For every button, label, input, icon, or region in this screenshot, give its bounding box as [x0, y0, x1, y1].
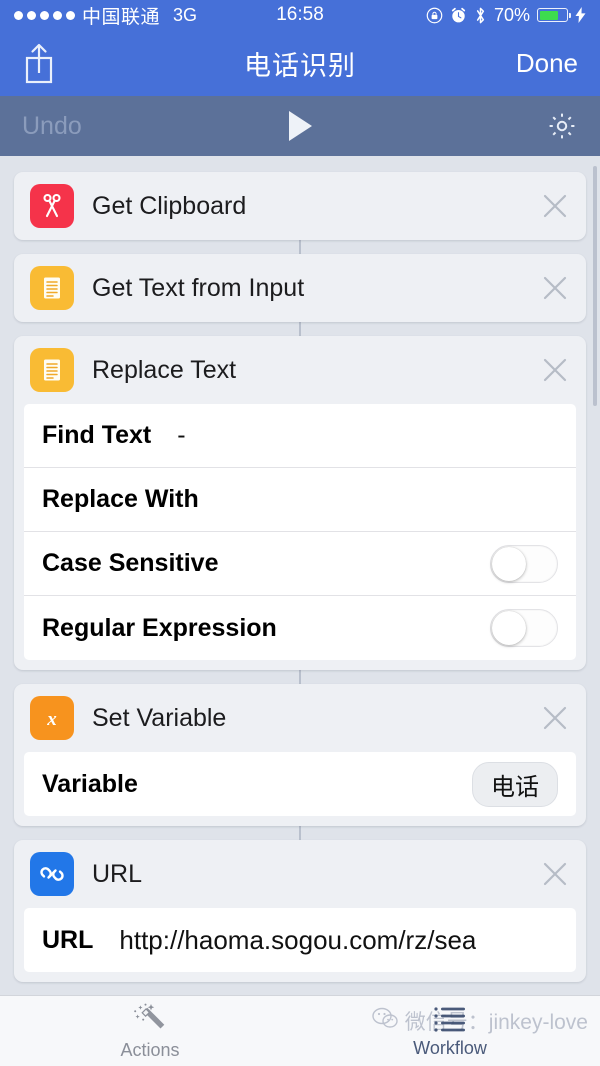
tab-workflow[interactable]: Workflow	[300, 996, 600, 1066]
param-label: URL	[42, 925, 94, 954]
action-header: x Set Variable	[14, 684, 586, 752]
param-label: Variable	[42, 769, 138, 798]
list-icon	[430, 1004, 470, 1036]
action-title: URL	[92, 859, 143, 888]
action-parameters: URL http://haoma.sogou.com/rz/sea	[24, 908, 576, 972]
action-header: Get Clipboard	[14, 172, 586, 240]
action-card-set-variable[interactable]: x Set Variable Variable 电话	[14, 684, 586, 826]
param-row-url[interactable]: URL http://haoma.sogou.com/rz/sea	[24, 908, 576, 972]
run-button[interactable]	[0, 111, 600, 141]
action-parameters: Variable 电话	[24, 752, 576, 816]
param-label: Find Text	[42, 421, 152, 449]
link-icon	[30, 852, 74, 896]
charging-bolt-icon	[575, 7, 586, 23]
app-root: 中国联通 3G 16:58 70% 电话识别 Done Undo Get Cli…	[0, 0, 600, 1066]
param-row-case-sensitive[interactable]: Case Sensitive	[24, 532, 576, 596]
close-icon[interactable]	[540, 273, 570, 303]
action-header: URL	[14, 840, 586, 908]
close-icon[interactable]	[540, 355, 570, 385]
action-title: Replace Text	[92, 355, 237, 384]
nav-bar: 电话识别 Done	[0, 30, 600, 96]
vertical-scrollbar[interactable]	[593, 166, 597, 406]
gear-icon[interactable]	[546, 110, 578, 142]
param-row-find-text[interactable]: Find Text -	[24, 404, 576, 468]
share-icon[interactable]	[22, 41, 56, 85]
action-connector	[299, 240, 301, 254]
scissors-icon	[30, 184, 74, 228]
status-bar: 中国联通 3G 16:58 70%	[0, 0, 600, 30]
case-sensitive-toggle[interactable]	[490, 544, 558, 583]
param-row-replace-with[interactable]: Replace With	[24, 468, 576, 532]
document-text-icon	[30, 348, 74, 392]
play-icon	[288, 111, 312, 141]
variable-name-pill[interactable]: 电话	[472, 761, 558, 807]
param-label: Regular Expression	[42, 613, 277, 642]
tab-bar: Actions Workflow	[0, 995, 600, 1066]
status-bar-left: 中国联通 3G	[14, 2, 197, 29]
magic-wand-icon	[130, 1002, 170, 1038]
status-bar-right: 70%	[426, 5, 586, 26]
action-card-get-clipboard[interactable]: Get Clipboard	[14, 172, 586, 240]
close-icon[interactable]	[540, 859, 570, 889]
battery-icon	[537, 8, 571, 22]
param-row-regular-expression[interactable]: Regular Expression	[24, 596, 576, 660]
done-button[interactable]: Done	[516, 48, 578, 79]
rotation-lock-icon	[426, 7, 443, 24]
param-value[interactable]: -	[177, 421, 185, 450]
action-connector	[299, 670, 301, 684]
action-title: Get Text from Input	[92, 273, 305, 302]
tab-actions[interactable]: Actions	[0, 996, 300, 1066]
workflow-canvas[interactable]: Get Clipboard Get Text from Input Replac…	[0, 156, 600, 995]
variable-x-icon: x	[30, 696, 74, 740]
action-parameters: Find Text - Replace With Case Sensitive …	[24, 404, 576, 660]
tab-label: Actions	[120, 1039, 180, 1060]
action-title: Set Variable	[92, 703, 227, 732]
param-label: Replace With	[42, 485, 199, 513]
param-row-variable[interactable]: Variable 电话	[24, 752, 576, 816]
close-icon[interactable]	[540, 191, 570, 221]
signal-strength-icon	[14, 10, 75, 20]
action-header: Replace Text	[14, 336, 586, 404]
action-title: Get Clipboard	[92, 191, 247, 220]
action-card-replace-text[interactable]: Replace Text Find Text - Replace With Ca…	[14, 336, 586, 670]
action-card-url[interactable]: URL URL http://haoma.sogou.com/rz/sea	[14, 840, 586, 982]
tab-label: Workflow	[413, 1037, 487, 1058]
alarm-clock-icon	[450, 7, 467, 24]
page-title: 电话识别	[244, 50, 356, 81]
svg-text:x: x	[46, 709, 57, 730]
action-header: Get Text from Input	[14, 254, 586, 322]
action-connector	[299, 826, 301, 840]
param-value[interactable]: http://haoma.sogou.com/rz/sea	[119, 925, 476, 956]
carrier-label: 中国联通	[82, 6, 161, 28]
close-icon[interactable]	[540, 703, 570, 733]
action-connector	[299, 322, 301, 336]
document-text-icon	[30, 266, 74, 310]
editor-toolbar: Undo	[0, 96, 600, 156]
regular-expression-toggle[interactable]	[490, 609, 558, 647]
param-label: Case Sensitive	[42, 549, 219, 577]
battery-percent-label: 70%	[493, 4, 530, 25]
network-type-label: 3G	[173, 4, 198, 25]
action-card-get-text-from-input[interactable]: Get Text from Input	[14, 254, 586, 322]
bluetooth-icon	[474, 6, 487, 25]
